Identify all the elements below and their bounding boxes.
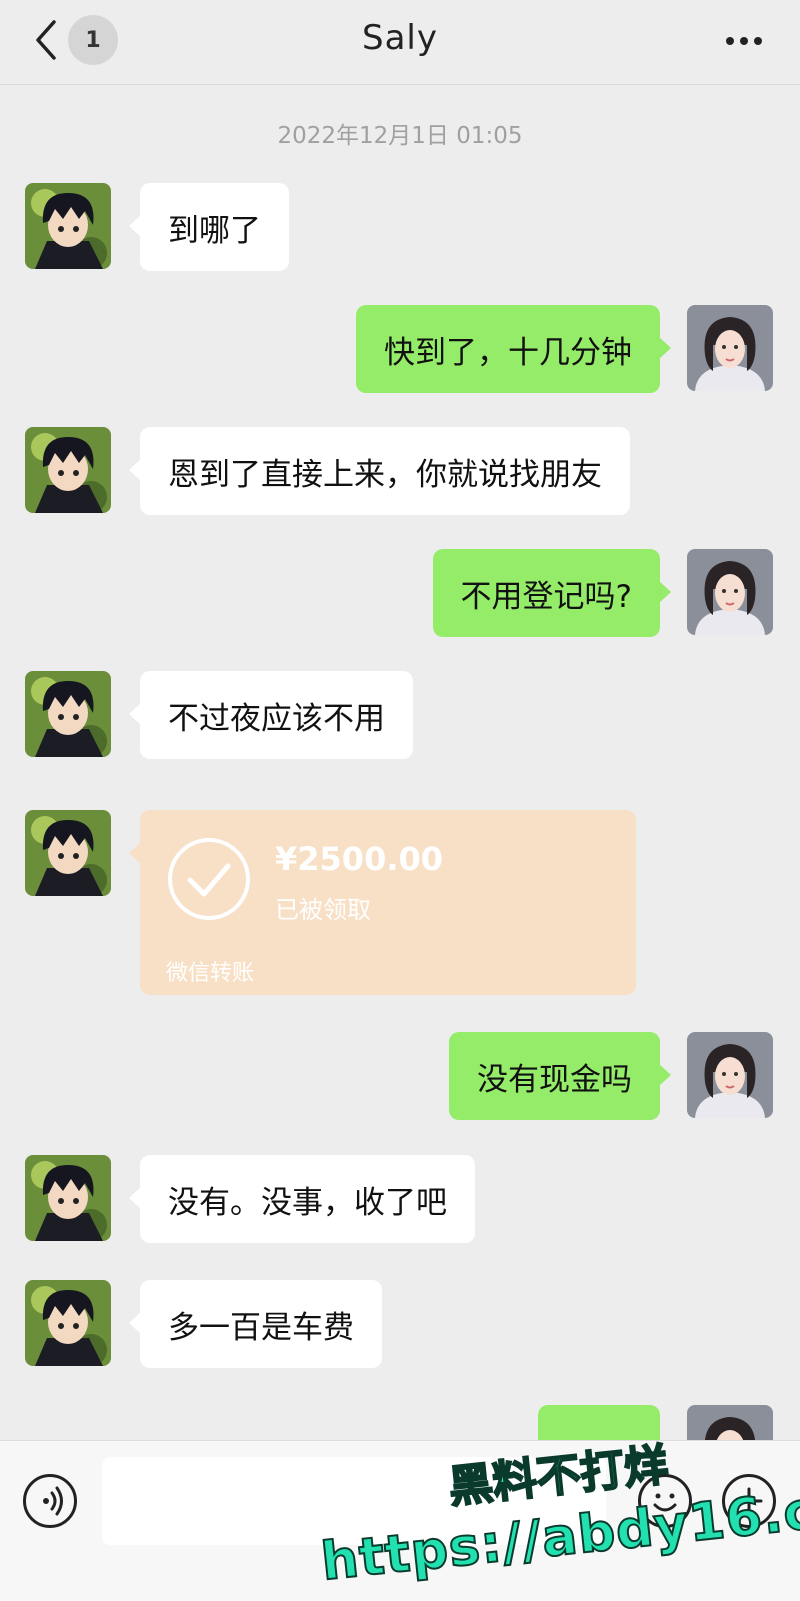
contact-avatar[interactable]: [25, 427, 111, 513]
voice-icon[interactable]: [23, 1474, 77, 1528]
contact-avatar[interactable]: [25, 1155, 111, 1241]
user-avatar[interactable]: [687, 305, 773, 391]
message-timestamp: 2022年12月1日 01:05: [277, 123, 523, 149]
received-message-bubble[interactable]: 到哪了: [129, 183, 289, 271]
more-dots-icon[interactable]: [724, 26, 764, 56]
received-message-bubble[interactable]: 恩到了直接上来，你就说找朋友: [129, 427, 630, 515]
contact-avatar[interactable]: [25, 671, 111, 757]
transfer-label: 微信转账: [166, 961, 255, 986]
contact-avatar[interactable]: [25, 183, 111, 269]
sent-message-bubble[interactable]: 快到了，十几分钟: [356, 305, 671, 393]
top-bar: 1 Saly: [0, 0, 800, 85]
transfer-status: 已被领取: [275, 896, 371, 924]
chat-title: Saly: [362, 18, 438, 58]
sent-message-bubble[interactable]: 不用登记吗?: [432, 549, 672, 637]
contact-avatar[interactable]: [25, 810, 111, 896]
user-avatar[interactable]: [687, 1032, 773, 1118]
received-message-bubble[interactable]: 多一百是车费: [129, 1280, 382, 1368]
wechat-transfer-card[interactable]: ¥2500.00 已被领取 微信转账: [129, 810, 636, 995]
received-message-bubble[interactable]: 不过夜应该不用: [129, 671, 413, 759]
watermark: 黑料不打烊 https://abdy16.com: [317, 1439, 800, 1594]
check-circle-icon: [166, 836, 252, 922]
user-avatar[interactable]: [687, 1405, 773, 1445]
user-avatar[interactable]: [687, 549, 773, 635]
transfer-amount: ¥2500.00: [275, 840, 444, 878]
contact-avatar[interactable]: [25, 1280, 111, 1366]
received-message-bubble[interactable]: 没有。没事，收了吧: [129, 1155, 475, 1243]
sent-message-bubble[interactable]: 没有现金吗: [449, 1032, 671, 1120]
